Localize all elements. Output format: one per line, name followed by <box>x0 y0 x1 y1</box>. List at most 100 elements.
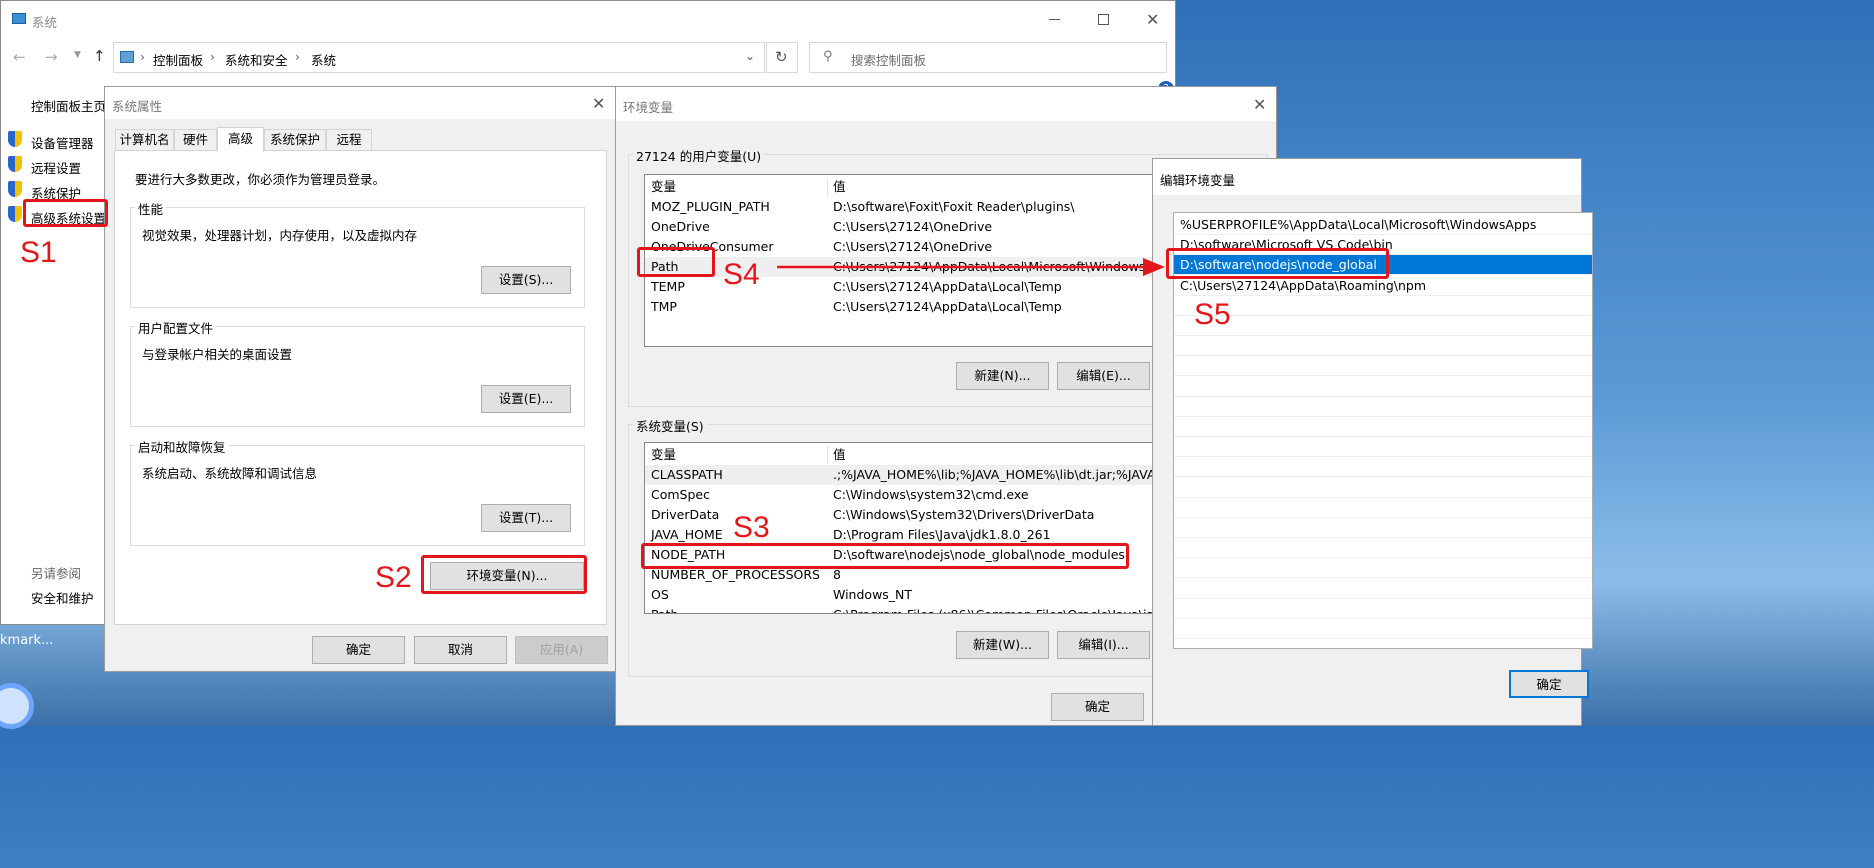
column-divider <box>827 446 828 464</box>
tab-label: 硬件 <box>182 132 208 147</box>
variable-name-cell: CLASSPATH <box>651 467 723 482</box>
empty-row <box>1174 417 1592 437</box>
column-header-value[interactable]: 值 <box>833 445 846 465</box>
button-label: 设置(S)... <box>498 272 554 287</box>
shield-icon <box>8 131 22 147</box>
close-icon[interactable]: ✕ <box>1253 95 1266 114</box>
empty-row <box>1174 579 1592 599</box>
forward-arrow-icon[interactable]: → <box>45 48 58 66</box>
recent-chevron-icon[interactable]: ▼ <box>74 50 81 60</box>
highlight-box-s3 <box>641 543 1129 569</box>
maximize-icon[interactable] <box>1098 14 1109 25</box>
user-profiles-settings-button[interactable]: 设置(E)... <box>481 385 571 413</box>
tab-remote[interactable]: 远程 <box>326 129 372 150</box>
empty-row <box>1174 619 1592 639</box>
path-entry[interactable]: %USERPROFILE%\AppData\Local\Microsoft\Wi… <box>1174 215 1592 235</box>
variable-name-cell: DriverData <box>651 507 720 522</box>
button-label: 编辑(I)... <box>1078 637 1129 652</box>
ok-button[interactable]: 确定 <box>1051 693 1144 721</box>
system-vars-title: 系统变量(S) <box>633 416 707 435</box>
shield-icon <box>8 206 22 222</box>
variable-value-cell: C:\Users\27124\OneDrive <box>833 219 993 234</box>
breadcrumb-sep-icon: › <box>295 49 300 64</box>
variable-value-cell: D:\software\Foxit\Foxit Reader\plugins\ <box>833 199 1075 214</box>
highlight-box-s2 <box>421 555 587 594</box>
desktop-app-icon[interactable] <box>0 683 34 729</box>
highlight-box-s1 <box>23 199 108 227</box>
variable-name-cell: Path <box>651 605 678 613</box>
user-new-button[interactable]: 新建(N)... <box>956 362 1049 390</box>
empty-row <box>1174 437 1592 458</box>
search-box[interactable]: ⚲ 搜索控制面板 <box>809 42 1167 73</box>
variable-value-cell: C:\Users\27124\AppData\Local\Temp <box>833 279 1062 294</box>
annotation-s1: S1 <box>20 236 57 269</box>
address-dropdown-icon[interactable]: ⌄ <box>745 49 755 63</box>
button-label: 新建(N)... <box>974 368 1031 383</box>
tab-system-protection[interactable]: 系统保护 <box>264 129 326 150</box>
button-label: 确定 <box>1084 699 1110 714</box>
apply-button[interactable]: 应用(A) <box>515 636 608 664</box>
search-icon: ⚲ <box>823 49 833 64</box>
group-title: 用户配置文件 <box>135 318 217 337</box>
tab-computer-name[interactable]: 计算机名 <box>115 129 174 150</box>
back-arrow-icon[interactable]: ← <box>13 48 26 66</box>
column-header-variable[interactable]: 变量 <box>651 177 676 197</box>
system-new-button[interactable]: 新建(W)... <box>956 631 1049 659</box>
column-header-value[interactable]: 值 <box>833 177 846 197</box>
button-label: 编辑(E)... <box>1076 368 1131 383</box>
nav-home[interactable]: 控制面板主页 <box>31 96 106 115</box>
empty-row <box>1174 296 1592 316</box>
nav-remote-settings[interactable]: 远程设置 <box>31 158 81 177</box>
group-title: 启动和故障恢复 <box>135 437 229 456</box>
user-edit-button[interactable]: 编辑(E)... <box>1057 362 1150 390</box>
dialog-title: 环境变量 <box>623 100 674 115</box>
breadcrumb-system[interactable]: 系统 <box>311 50 336 69</box>
performance-group: 性能 视觉效果，处理器计划，内存使用，以及虚拟内存 设置(S)... <box>130 199 585 308</box>
edit-environment-variable-dialog: 编辑环境变量 %USERPROFILE%\AppData\Local\Micro… <box>1152 158 1593 726</box>
variable-name-cell: TMP <box>651 299 677 314</box>
dialog-title-bar: 系统属性 ✕ <box>105 87 616 119</box>
variable-value-cell: .;%JAVA_HOME%\lib;%JAVA_HOME%\lib\dt.jar… <box>833 467 1168 482</box>
annotation-s4: S4 <box>723 258 760 291</box>
minimize-icon[interactable] <box>1049 19 1060 20</box>
column-header-variable[interactable]: 变量 <box>651 445 676 465</box>
close-icon[interactable]: ✕ <box>1146 10 1159 29</box>
empty-row <box>1174 498 1592 518</box>
nav-security-maintenance[interactable]: 安全和维护 <box>31 588 94 607</box>
variable-value-cell: D:\Program Files\Java\jdk1.8.0_261 <box>833 527 1051 542</box>
ok-button[interactable]: 确定 <box>1509 670 1589 698</box>
button-label: 取消 <box>447 642 473 657</box>
refresh-button[interactable]: ↻ <box>766 42 798 73</box>
performance-settings-button[interactable]: 设置(S)... <box>481 266 571 294</box>
cancel-button[interactable]: 取消 <box>414 636 507 664</box>
button-label: 应用(A) <box>539 642 584 657</box>
column-divider <box>827 178 828 196</box>
tab-hardware[interactable]: 硬件 <box>174 129 217 150</box>
control-panel-icon <box>120 51 134 63</box>
user-vars-title: 27124 的用户变量(U) <box>633 146 765 165</box>
system-edit-button[interactable]: 编辑(I)... <box>1057 631 1150 659</box>
address-bar[interactable]: › 控制面板 › 系统和安全 › 系统 ⌄ <box>113 42 765 73</box>
tab-panel: 要进行大多数更改，你必须作为管理员登录。 性能 视觉效果，处理器计划，内存使用，… <box>114 150 607 625</box>
up-arrow-icon[interactable]: ↑ <box>93 47 106 65</box>
variable-name-cell: ComSpec <box>651 487 710 502</box>
ok-button[interactable]: 确定 <box>312 636 405 664</box>
close-icon[interactable]: ✕ <box>592 94 605 113</box>
startup-recovery-settings-button[interactable]: 设置(T)... <box>481 504 571 532</box>
variable-name-cell: JAVA_HOME <box>651 527 723 542</box>
dialog-title: 系统属性 <box>112 99 163 114</box>
empty-row <box>1174 397 1592 417</box>
nav-device-manager[interactable]: 设备管理器 <box>31 133 94 152</box>
variable-name-cell: OneDrive <box>651 219 710 234</box>
search-placeholder: 搜索控制面板 <box>851 53 927 68</box>
button-label: 确定 <box>1536 677 1562 692</box>
admin-note: 要进行大多数更改，你必须作为管理员登录。 <box>135 172 386 187</box>
breadcrumb-control-panel[interactable]: 控制面板 <box>153 50 203 69</box>
shield-icon <box>8 156 22 172</box>
breadcrumb-security[interactable]: 系统和安全 <box>225 50 288 69</box>
annotation-s5: S5 <box>1194 298 1231 331</box>
dialog-title-bar: 编辑环境变量 <box>1153 159 1581 195</box>
variable-value-cell: C:\Users\27124\AppData\Local\Temp <box>833 299 1062 314</box>
tab-advanced[interactable]: 高级 <box>217 127 264 152</box>
system-app-icon <box>12 13 26 24</box>
